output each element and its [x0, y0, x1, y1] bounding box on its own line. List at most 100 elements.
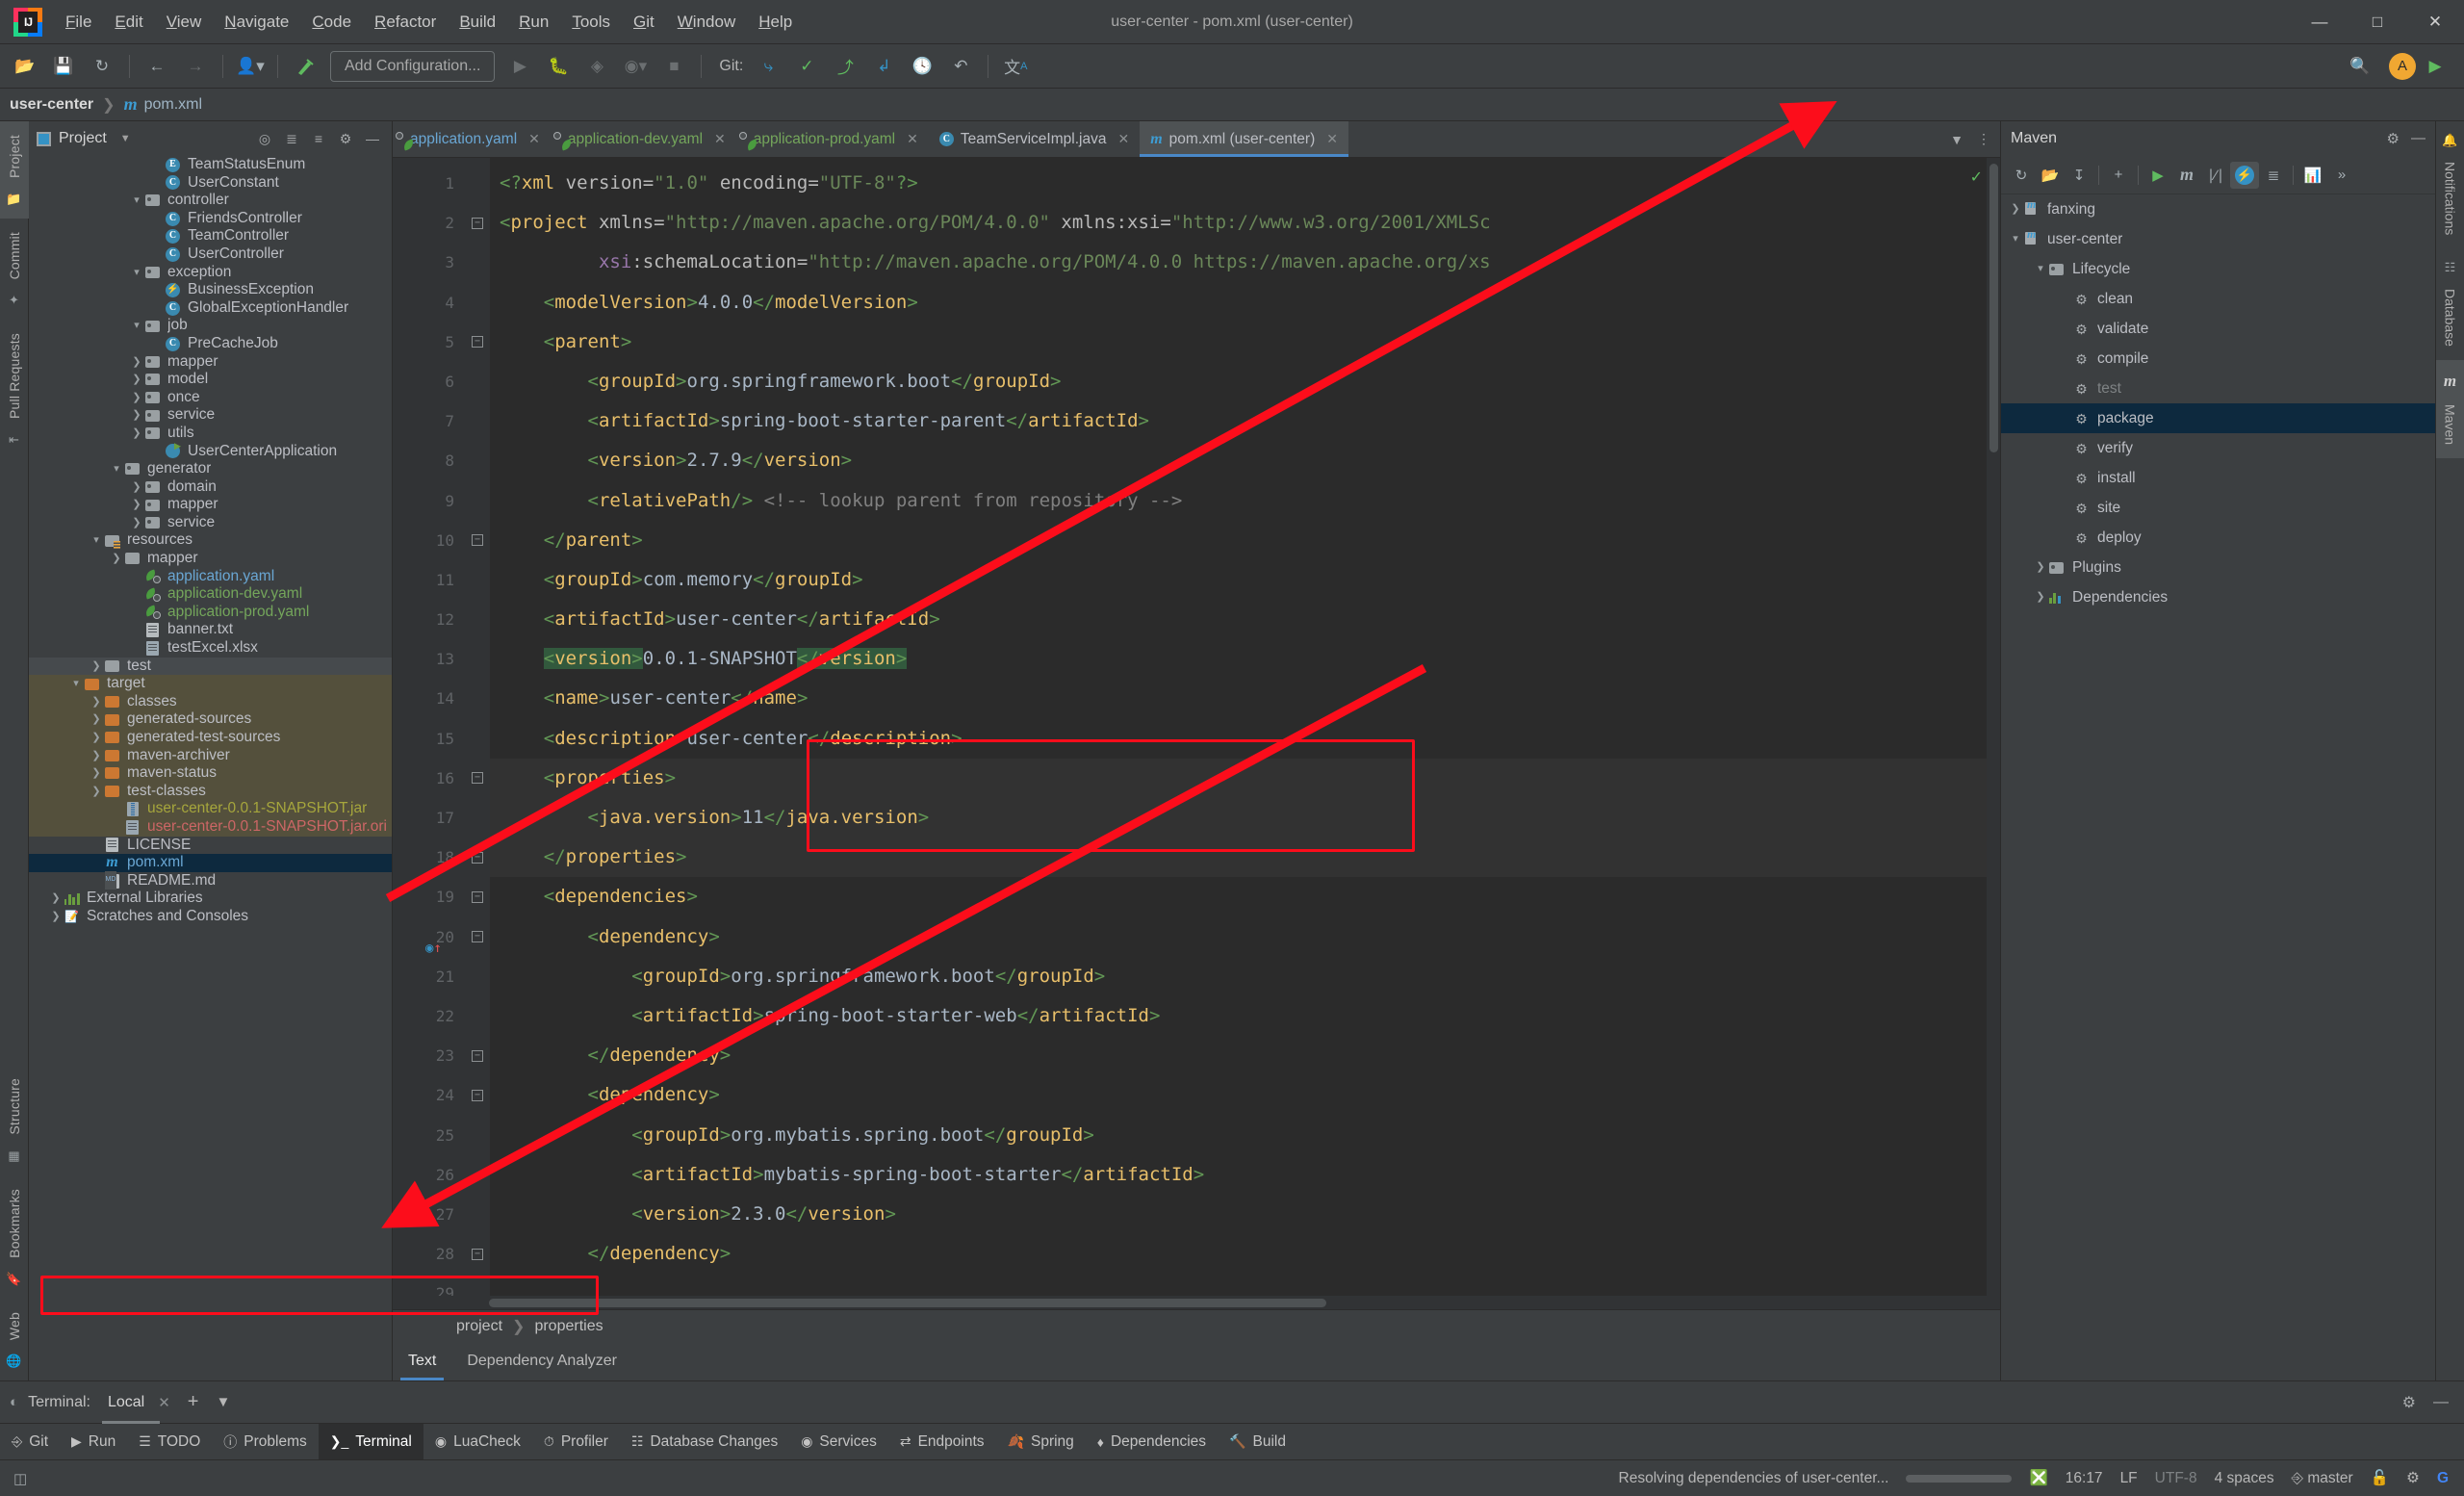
code-text-area[interactable]: <?xml version="1.0" encoding="UTF-8"?> <p… [490, 158, 2000, 1296]
google-icon[interactable]: G [2437, 1470, 2449, 1487]
code-line[interactable]: </dependency> [490, 1036, 2000, 1075]
fold-marker[interactable]: − [465, 1036, 490, 1075]
editor-tab[interactable]: m pom.xml (user-center) ✕ [1140, 121, 1348, 157]
fold-marker[interactable]: − [465, 877, 490, 916]
tree-row[interactable]: ▾ generator [29, 460, 392, 478]
tool-window-button-git[interactable]: ⎆ Git [0, 1424, 60, 1459]
maven-tree-row[interactable]: ▾ user-center [2001, 219, 2435, 254]
rail-item-structure[interactable]: Structure ▦ [7, 1065, 22, 1175]
line-number-gutter[interactable]: 1 2 3 4 5 6 7 8 9 10 11 12 13 14 15 16 17 18 19 20 ◉↑ 21 22 23 2… [393, 158, 465, 1296]
tree-row[interactable]: C GlobalExceptionHandler [29, 299, 392, 318]
chevron-right-icon[interactable]: ❯ [110, 550, 123, 568]
maven-goals-tree[interactable]: ❯fanxing▾user-center▾Lifecycle⚙clean⚙val… [2001, 194, 2435, 1380]
code-line[interactable]: <groupId>org.springframework.boot</group… [490, 362, 2000, 401]
chevron-right-icon[interactable]: ❯ [90, 729, 103, 747]
maven-tree-row[interactable]: ⚙ validate [2001, 314, 2435, 344]
close-icon[interactable]: ✕ [907, 131, 918, 147]
code-line[interactable]: <dependency> [490, 1075, 2000, 1115]
tree-row[interactable]: testExcel.xlsx [29, 639, 392, 658]
editor-horizontal-scrollbar[interactable] [393, 1296, 2000, 1309]
inspections-icon[interactable]: ⚙ [2406, 1469, 2420, 1487]
close-icon[interactable]: ✕ [1117, 131, 1129, 147]
rail-item-project[interactable]: Project 📁 [0, 121, 29, 219]
rail-item-database[interactable]: ☷ Database [2436, 248, 2464, 360]
code-line[interactable]: <modelVersion>4.0.0</modelVersion> [490, 283, 2000, 322]
more-icon[interactable]: » [2327, 162, 2356, 189]
menu-item-view[interactable]: View [155, 9, 214, 36]
locate-icon[interactable]: ◎ [253, 127, 276, 150]
account-icon[interactable]: A [2389, 52, 2416, 80]
menu-item-tools[interactable]: Tools [560, 9, 622, 36]
tool-window-button-profiler[interactable]: ⏱ Profiler [532, 1424, 620, 1459]
settings-icon[interactable]: ⚙ [334, 127, 357, 150]
close-icon[interactable]: ✕ [528, 131, 540, 147]
tree-row[interactable]: ❯ service [29, 406, 392, 425]
tree-row[interactable]: m pom.xml [29, 854, 392, 872]
code-line[interactable]: <name>user-center</name> [490, 679, 2000, 718]
run-coverage-icon[interactable]: ◈ [580, 50, 613, 83]
settings-icon[interactable]: ⚙ [2402, 1393, 2416, 1412]
more-options-icon[interactable]: ⋮ [1977, 131, 1990, 147]
tool-window-button-problems[interactable]: ⓘ Problems [212, 1424, 318, 1459]
maven-tree-row[interactable]: ▾ Lifecycle [2001, 254, 2435, 284]
code-line[interactable]: <artifactId>spring-boot-starter-web</art… [490, 996, 2000, 1036]
code-line[interactable]: <groupId>com.memory</groupId> [490, 560, 2000, 600]
tool-window-button-endpoints[interactable]: ⇄ Endpoints [888, 1424, 996, 1459]
rail-item-web[interactable]: Web 🌐 [6, 1299, 21, 1380]
sync-icon[interactable]: ↻ [86, 50, 118, 83]
tree-row[interactable]: ❯ generated-test-sources [29, 729, 392, 747]
tree-row[interactable]: ❯ maven-status [29, 764, 392, 783]
tree-row[interactable]: ▾ target [29, 675, 392, 693]
encoding-indicator[interactable]: UTF-8 [2155, 1470, 2197, 1487]
chevron-down-icon[interactable]: ▾ [90, 531, 103, 550]
minimize-button[interactable]: — [2291, 0, 2348, 44]
toggle-skip-tests-icon[interactable]: ∣∕∣ [2201, 162, 2230, 189]
chevron-down-icon[interactable]: ▾ [2034, 254, 2047, 284]
fold-marker[interactable]: − [465, 1234, 490, 1274]
chevron-down-icon[interactable]: ▾ [110, 460, 123, 478]
maven-tree-row[interactable]: ⚙ package [2001, 403, 2435, 433]
breadcrumb-file[interactable]: pom.xml [144, 96, 202, 114]
chevron-down-icon[interactable]: ▼ [216, 1394, 230, 1410]
project-file-tree[interactable]: E TeamStatusEnum C UserConstant ▾ controller C… [29, 156, 392, 1380]
maven-tree-row[interactable]: ❯ Dependencies [2001, 582, 2435, 612]
code-line[interactable]: <dependency> [490, 917, 2000, 957]
back-arrow-icon[interactable]: ← [141, 50, 173, 83]
reload-icon[interactable]: ↻ [2007, 162, 2036, 189]
chevron-down-icon[interactable]: ▾ [69, 675, 83, 693]
chevron-right-icon[interactable]: ❯ [130, 406, 143, 425]
chevron-right-icon[interactable]: ❯ [90, 783, 103, 801]
run-icon[interactable]: ▶ [2143, 162, 2172, 189]
tool-window-button-run[interactable]: ▶ Run [60, 1424, 127, 1459]
rail-item-pull-requests[interactable]: Pull Requests ⇤ [7, 320, 22, 459]
maven-tree-row[interactable]: ⚙ compile [2001, 344, 2435, 374]
fold-marker[interactable]: − [465, 917, 490, 957]
chevron-right-icon[interactable]: ❯ [130, 353, 143, 372]
menu-item-file[interactable]: File [54, 9, 103, 36]
tree-row[interactable]: user-center-0.0.1-SNAPSHOT.jar.original [29, 817, 392, 837]
editor-bottom-tab[interactable]: Dependency Analyzer [451, 1342, 632, 1380]
editor-tab[interactable]: application.yaml ✕ [393, 121, 551, 157]
breadcrumb-project[interactable]: user-center [10, 96, 93, 114]
rail-item-bookmarks[interactable]: Bookmarks 🔖 [6, 1175, 21, 1299]
tree-row[interactable]: C UserController [29, 245, 392, 264]
code-line[interactable]: <relativePath/> <!-- lookup parent from … [490, 481, 2000, 521]
chevron-down-icon[interactable]: ▾ [130, 264, 143, 282]
menu-item-navigate[interactable]: Navigate [213, 9, 300, 36]
tool-window-button-dependencies[interactable]: ♦ Dependencies [1086, 1424, 1218, 1459]
code-line[interactable]: <version>0.0.1-SNAPSHOT</version> [490, 639, 2000, 679]
open-folder-icon[interactable]: 📂 [9, 50, 41, 83]
profile-run-icon[interactable]: ◉▾ [619, 50, 652, 83]
close-button[interactable]: ✕ [2406, 0, 2464, 44]
code-line[interactable]: <?xml version="1.0" encoding="UTF-8"?> [490, 164, 2000, 203]
tree-row[interactable]: ❯ domain [29, 478, 392, 497]
tree-row[interactable]: ❯ classes [29, 692, 392, 711]
tree-row[interactable]: ▾ job [29, 317, 392, 335]
lock-icon[interactable]: 🔓 [2371, 1469, 2389, 1487]
code-line[interactable] [490, 1274, 2000, 1296]
maven-tree-row[interactable]: ⚙ install [2001, 463, 2435, 493]
run-configuration-selector[interactable]: Add Configuration... [330, 50, 496, 82]
execute-maven-goal-icon[interactable]: m [2172, 162, 2201, 189]
maven-tree-row[interactable]: ⚙ test [2001, 374, 2435, 403]
show-dependencies-icon[interactable]: 📊 [2298, 162, 2327, 189]
